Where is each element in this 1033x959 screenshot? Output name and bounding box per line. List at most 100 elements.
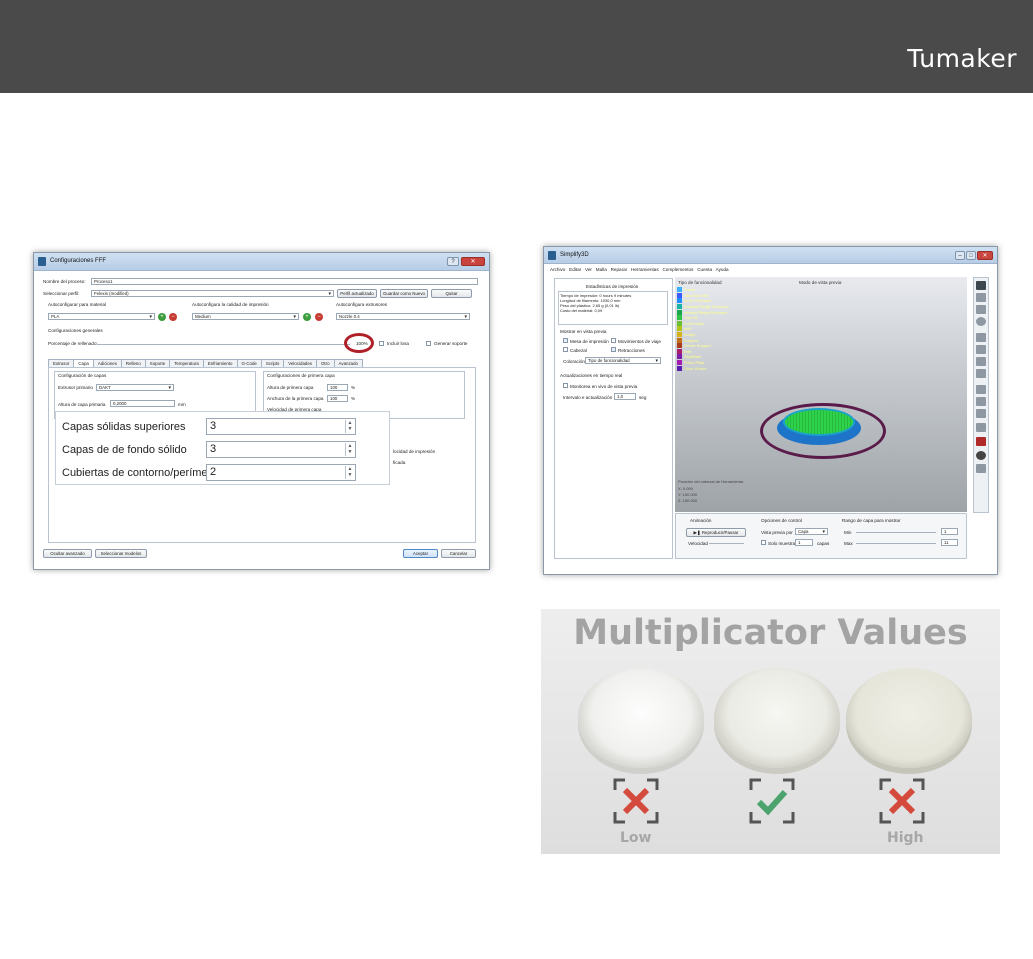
tab-scripts[interactable]: Scripts [260, 359, 285, 367]
tab-speeds[interactable]: Velocidades [283, 359, 317, 367]
tab-additions[interactable]: Adiciones [92, 359, 122, 367]
high-label: High [887, 830, 924, 846]
max-slider[interactable] [856, 543, 936, 544]
cube-icon[interactable] [976, 397, 986, 406]
tab-temperature[interactable]: Temperatura [169, 359, 204, 367]
tab-cooling[interactable]: Enfriamiento [202, 359, 238, 367]
tab-support[interactable]: Soporte [144, 359, 171, 367]
menu-account[interactable]: Cuenta [697, 267, 712, 272]
save-new-button[interactable]: Guardar como Nuevo [380, 289, 428, 298]
primary-extruder-select[interactable]: DAKT [96, 384, 174, 391]
gear-icon[interactable] [976, 451, 986, 460]
settings-tabs: Extrusor Capa Adiciones Relleno Soporte … [48, 359, 363, 367]
tab-extruder[interactable]: Extrusor [48, 359, 75, 367]
grid-icon[interactable] [976, 464, 986, 473]
close-button[interactable]: ✕ [461, 257, 485, 266]
material-select[interactable]: PLA [48, 313, 155, 320]
layer-range-label: Rango de capa para mostrar [842, 518, 901, 523]
close-button[interactable]: ✕ [977, 251, 993, 260]
tab-gcode[interactable]: G-Code [236, 359, 262, 367]
infill-slider-track[interactable] [97, 344, 350, 345]
bottom-solid-layers-field[interactable]: 3 ▲ ▼ [206, 441, 356, 458]
menu-file[interactable]: Archivo [550, 267, 565, 272]
play-pause-button[interactable]: ▶❚ Reproducir/Pausar [686, 528, 746, 537]
scale-tool-icon[interactable] [976, 305, 986, 314]
process-name-field[interactable]: Proceso1 [91, 278, 478, 285]
profile-select[interactable]: Felexis (modified) [91, 290, 334, 297]
object-icon[interactable] [976, 437, 986, 446]
add-material-icon[interactable]: + [158, 313, 166, 321]
view-right-icon[interactable] [976, 369, 986, 378]
stepper-icon[interactable]: ▲ ▼ [345, 443, 354, 456]
support-checkbox[interactable] [426, 341, 431, 346]
remove-quality-icon[interactable]: − [315, 313, 323, 321]
view-left-icon[interactable] [976, 357, 986, 366]
only-show-field[interactable]: 1 [795, 539, 813, 546]
menu-help[interactable]: Ayuda [716, 267, 729, 272]
min-slider[interactable] [856, 532, 936, 533]
menu-view[interactable]: Ver [585, 267, 592, 272]
menu-tools[interactable]: Herramientas [631, 267, 659, 272]
quality-select[interactable]: Medium [192, 313, 299, 320]
coloring-select[interactable]: Tipo de funcionalidad [585, 357, 661, 364]
help-button[interactable]: ? [447, 257, 459, 266]
max-field[interactable]: 11 [941, 539, 958, 546]
minimize-button[interactable]: – [955, 251, 965, 260]
live-preview-checkbox[interactable] [563, 383, 568, 388]
outline-shells-field[interactable]: 2 ▲ ▼ [206, 464, 356, 481]
view-back-icon[interactable] [976, 345, 986, 354]
update-profile-button[interactable]: Perfil actualizado [337, 289, 377, 298]
axes-icon[interactable] [976, 385, 986, 394]
move-tool-icon[interactable] [976, 293, 986, 302]
first-layer-height-field[interactable]: 100 [327, 384, 348, 391]
tab-advanced[interactable]: Avanzado [333, 359, 363, 367]
print-bed-checkbox[interactable] [563, 338, 568, 343]
high-disc [846, 668, 972, 768]
menu-plugins[interactable]: Complementos [662, 267, 693, 272]
travel-checkbox[interactable] [611, 338, 616, 343]
legend-item: External Single Extrusion [677, 304, 729, 310]
raft-checkbox[interactable] [379, 341, 384, 346]
outline-shells-label: Cubiertas de contorno/perímetro [62, 467, 221, 479]
highlight-circle [344, 333, 374, 353]
tab-other[interactable]: Otro [315, 359, 335, 367]
menu-edit[interactable]: Editar [569, 267, 581, 272]
hide-advanced-button[interactable]: Ocultar avanzado [43, 549, 92, 558]
interval-field[interactable]: 1,0 [614, 393, 636, 400]
remove-button[interactable]: Quitar [431, 289, 472, 298]
retractions-checkbox[interactable] [611, 347, 616, 352]
ok-button[interactable]: Aceptar [403, 549, 438, 558]
select-models-button[interactable]: Seleccionar modelos [95, 549, 147, 558]
select-tool-icon[interactable] [976, 281, 986, 290]
view-front-icon[interactable] [976, 333, 986, 342]
min-field[interactable]: 1 [941, 528, 958, 535]
tab-layer[interactable]: Capa [73, 359, 94, 367]
speed-slider[interactable] [709, 543, 744, 544]
3d-preview-viewport[interactable]: Tipo de funcionalidad Modo de vista prev… [675, 277, 967, 512]
view-by-select[interactable]: Capa [795, 528, 828, 535]
menu-repair[interactable]: Reparar [611, 267, 628, 272]
layer-height-field[interactable]: 0,2000 [110, 400, 175, 407]
maximize-button[interactable]: □ [966, 251, 976, 260]
rotate-tool-icon[interactable] [976, 317, 986, 326]
correct-check-icon [749, 778, 795, 824]
first-layer-width-field[interactable]: 100 [327, 395, 348, 402]
extruder-select[interactable]: Nozzle 0.4 [336, 313, 470, 320]
only-show-checkbox[interactable] [761, 540, 766, 545]
ruler-icon[interactable] [976, 423, 986, 432]
add-quality-icon[interactable]: + [303, 313, 311, 321]
multiplicator-photo: Multiplicator Values Low High [541, 609, 1000, 854]
head-checkbox[interactable] [563, 347, 568, 352]
stepper-icon[interactable]: ▲ ▼ [345, 466, 354, 479]
cross-section-icon[interactable] [976, 409, 986, 418]
stepper-icon[interactable]: ▲ ▼ [345, 420, 354, 433]
cancel-button[interactable]: Cancelar [441, 549, 476, 558]
top-solid-layers-field[interactable]: 3 ▲ ▼ [206, 418, 356, 435]
tab-infill[interactable]: Relleno [120, 359, 146, 367]
remove-material-icon[interactable]: − [169, 313, 177, 321]
brand-logo: Tumaker [907, 44, 1017, 73]
first-layer-height-unit: % [351, 385, 356, 390]
menu-mesh[interactable]: Malla [596, 267, 607, 272]
first-layer-height-label: Altura de primera capa [267, 385, 314, 390]
legend-label: Bridge [684, 332, 696, 338]
